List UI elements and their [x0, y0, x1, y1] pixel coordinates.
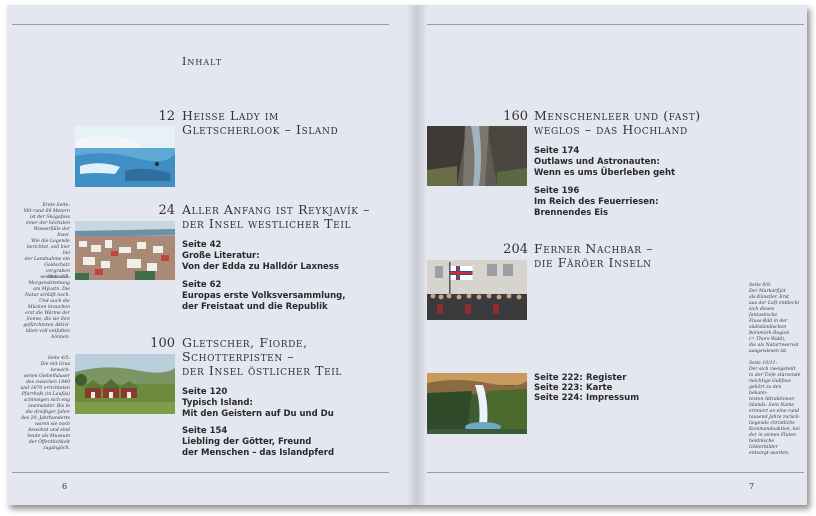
bottom-rule-right: [427, 472, 804, 473]
book-gutter: [408, 5, 426, 505]
toc-entry[interactable]: Seite 120 Typisch Island: Mit den Geiste…: [182, 387, 334, 420]
entry-line: Wenn es ums Überleben geht: [534, 168, 676, 178]
entry-page: Seite 42: [182, 240, 222, 250]
chapter-number: 12: [158, 109, 175, 124]
entry-line: Europas erste Volksversammlung,: [182, 291, 346, 301]
photo-caption: Seite 8/9: Der Markarfljót als Künstler. E…: [749, 283, 800, 354]
entry-line: Typisch Island:: [182, 398, 253, 408]
back-matter-page: Seite 222:: [534, 373, 583, 383]
entry-line: Mit den Geistern auf Du und Du: [182, 409, 334, 419]
page-number-right: 7: [749, 482, 755, 491]
top-rule-left: [12, 24, 389, 25]
back-matter-map[interactable]: Seite 223: Karte: [534, 383, 639, 393]
chapter-title[interactable]: Ferner Nachbar – die Färöer Inseln: [534, 242, 653, 270]
back-matter-page: Seite 223:: [534, 383, 583, 393]
chapter-number: 160: [503, 109, 528, 124]
chapter-title-line: die Färöer Inseln: [534, 255, 652, 270]
chapter-number: 100: [150, 336, 175, 351]
chapter-title-line: der Insel östlicher Teil: [182, 363, 343, 378]
chapter-title-line: Gletscherlook – Island: [182, 122, 339, 137]
chapter-title[interactable]: Aller Anfang ist Reykjavík – der Insel w…: [182, 203, 370, 231]
back-matter-label: Impressum: [586, 393, 640, 403]
entry-page: Seite 174: [534, 146, 580, 156]
photo-caption: Seite 2/3: Morgenstimmung am Mývatn. Die Na…: [23, 275, 70, 340]
back-matter-label: Register: [586, 373, 627, 383]
back-matter-page: Seite 224:: [534, 393, 583, 403]
bottom-rule-left: [12, 472, 389, 473]
toc-entry[interactable]: Seite 154 Liebling der Götter, Freund de…: [182, 426, 334, 459]
entry-line: Von der Edda zu Halldór Laxness: [182, 262, 339, 272]
photo-caption: Erste Seite: Mit rund 60 Metern ist der Sk…: [23, 203, 70, 280]
chapter-title-line: weglos – das Hochland: [534, 122, 688, 137]
chapter-title-line: Gletscher, Fiorde,: [182, 335, 308, 350]
page-number-left: 6: [62, 482, 68, 491]
chapter-title-line: Ferner Nachbar –: [534, 241, 654, 256]
entry-page: Seite 62: [182, 280, 222, 290]
chapter-title[interactable]: Heisse Lady im Gletscherlook – Island: [182, 109, 338, 137]
chapter-title-line: Heisse Lady im: [182, 108, 279, 123]
chapter-title[interactable]: Menschenleer und (fast) weglos – das Hoc…: [534, 109, 701, 137]
toc-entry[interactable]: Seite 42 Große Literatur: Von der Edda z…: [182, 240, 339, 273]
highland-canyon-photo: [427, 126, 527, 186]
entry-page: Seite 120: [182, 387, 228, 397]
back-matter-register[interactable]: Seite 222: Register: [534, 373, 639, 383]
entry-line: der Menschen – das Islandpferd: [182, 448, 335, 458]
entry-page: Seite 196: [534, 186, 580, 196]
back-matter-label: Karte: [586, 383, 613, 393]
reykjavik-city-photo: [75, 221, 175, 280]
entry-line: Brennendes Eis: [534, 208, 609, 218]
chapter-title[interactable]: Gletscher, Fiorde, Schotterpisten – der …: [182, 336, 342, 378]
back-matter-list: Seite 222: Register Seite 223: Karte Sei…: [534, 373, 639, 403]
turf-houses-photo: [75, 354, 175, 414]
chapter-title-line: Menschenleer und (fast): [534, 108, 701, 123]
entry-line: Outlaws und Astronauten:: [534, 157, 660, 167]
chapter-title-line: der Insel westlicher Teil: [182, 216, 352, 231]
chapter-number: 24: [158, 203, 175, 218]
entry-line: Große Literatur:: [182, 251, 260, 261]
chapter-title-line: Schotterpisten –: [182, 349, 295, 364]
toc-entry[interactable]: Seite 196 Im Reich des Feuerriesen: Bren…: [534, 186, 659, 219]
entry-line: Im Reich des Feuerriesen:: [534, 197, 659, 207]
chapter-title-line: Aller Anfang ist Reykjavík –: [182, 202, 371, 217]
entry-page: Seite 154: [182, 426, 228, 436]
toc-title: Inhalt: [182, 55, 223, 68]
top-rule-right: [427, 24, 804, 25]
waterfall-photo: [427, 373, 527, 434]
toc-entry[interactable]: Seite 174 Outlaws und Astronauten: Wenn …: [534, 146, 675, 179]
toc-entry[interactable]: Seite 62 Europas erste Volksversammlung,…: [182, 280, 345, 313]
photo-caption: Seite 4/5: Die mit Gras bewach-senen Gieb…: [20, 356, 70, 451]
back-matter-imprint[interactable]: Seite 224: Impressum: [534, 393, 639, 403]
faroe-flag-crowd-photo: [427, 260, 527, 320]
entry-line: der Freistaat und die Republik: [182, 302, 328, 312]
photo-caption: Seite 10/11: Der sich zweigeteilt in der T…: [749, 361, 801, 456]
chapter-number: 204: [503, 242, 528, 257]
blue-lagoon-photo: [75, 126, 175, 187]
entry-line: Liebling der Götter, Freund: [182, 437, 312, 447]
